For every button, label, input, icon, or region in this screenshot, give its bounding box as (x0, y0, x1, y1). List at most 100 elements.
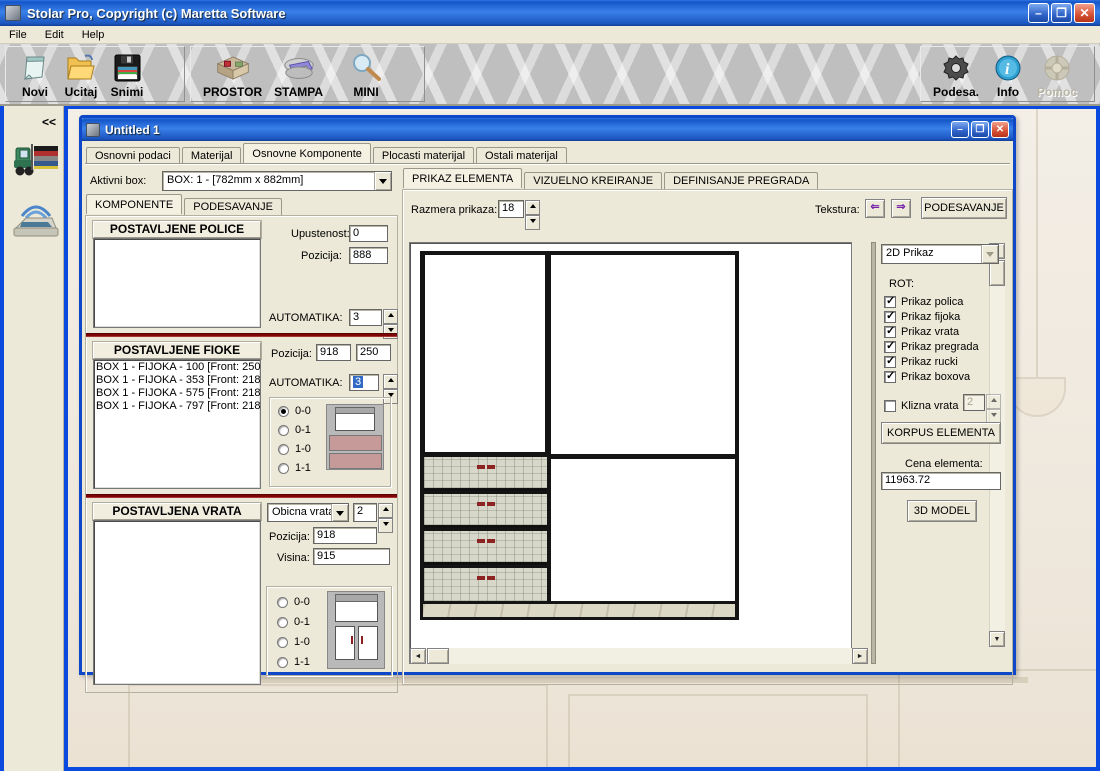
razmera-field[interactable]: 18 (498, 200, 524, 218)
canvas-horizontal-scrollbar[interactable]: ◄ ► (410, 648, 868, 664)
minimize-button[interactable]: – (1028, 3, 1049, 23)
radio-icon[interactable] (277, 597, 288, 608)
tab-vizuelno-kreiranje[interactable]: VIZUELNO KREIRANJE (524, 172, 662, 190)
cena-elementa-field[interactable]: 11963.72 (881, 472, 1001, 490)
checkbox-icon[interactable] (884, 296, 896, 308)
tab-osnovne-komponente[interactable]: Osnovne Komponente (243, 143, 370, 163)
korpus-elementa-button[interactable]: KORPUS ELEMENTA (881, 422, 1001, 444)
radio-icon[interactable] (278, 463, 289, 474)
tab-materijal[interactable]: Materijal (182, 147, 242, 165)
fioke-pozicija-field-1[interactable]: 918 (316, 344, 351, 361)
fioke-listbox[interactable]: BOX 1 - FIJOKA - 100 [Front: 250] BOX 1 … (93, 359, 261, 489)
dropdown-arrow-icon[interactable] (331, 504, 348, 521)
doc-close-button[interactable]: ✕ (991, 121, 1009, 138)
pomoc-button[interactable]: Pomoc (1033, 47, 1081, 99)
close-button[interactable]: ✕ (1074, 3, 1095, 23)
maximize-button[interactable]: ❐ (1051, 3, 1072, 23)
tab-komponente[interactable]: KOMPONENTE (86, 194, 182, 214)
new-button[interactable]: Novi (14, 47, 56, 99)
dropdown-arrow-icon[interactable] (374, 172, 391, 190)
police-listbox[interactable] (93, 238, 261, 328)
fioke-list-item[interactable]: BOX 1 - FIJOKA - 575 [Front: 218] (96, 387, 258, 400)
police-pozicija-field[interactable]: 888 (349, 247, 388, 264)
radio-icon[interactable] (277, 657, 288, 668)
fioke-radio-0-0[interactable]: 0-0 (278, 405, 311, 417)
checkbox-klizna-vrata[interactable]: Klizna vrata (884, 400, 958, 412)
tab-podesavanje[interactable]: PODESAVANJE (184, 198, 282, 216)
vrata-listbox[interactable] (93, 520, 261, 685)
fioke-list-item[interactable]: BOX 1 - FIJOKA - 797 [Front: 218] (96, 400, 258, 413)
vrata-pozicija-field[interactable]: 918 (313, 527, 377, 544)
spin-up-icon[interactable] (378, 503, 393, 518)
tab-osnovni-podaci[interactable]: Osnovni podaci (86, 147, 180, 165)
vrata-radio-1-1[interactable]: 1-1 (277, 656, 310, 668)
vrata-radio-0-1[interactable]: 0-1 (277, 616, 310, 628)
vrata-count-spinner[interactable] (378, 503, 393, 522)
checkbox-prikaz-rucki[interactable]: Prikaz rucki (884, 356, 958, 368)
podesa-button[interactable]: Podesa. (929, 47, 983, 99)
checkbox-prikaz-boxova[interactable]: Prikaz boxova (884, 371, 970, 383)
checkbox-icon[interactable] (884, 371, 896, 383)
tab-ostali-materijal[interactable]: Ostali materijal (476, 147, 567, 165)
texture-prev-button[interactable]: ⇐ (865, 199, 885, 218)
podesavanje-button[interactable]: PODESAVANJE (921, 197, 1007, 219)
tab-plocasti-materijal[interactable]: Plocasti materijal (373, 147, 474, 165)
fioke-radio-1-0[interactable]: 1-0 (278, 443, 311, 455)
model-3d-button[interactable]: 3D MODEL (907, 500, 977, 522)
checkbox-icon[interactable] (884, 356, 896, 368)
checkbox-prikaz-fijoka[interactable]: Prikaz fijoka (884, 311, 960, 323)
fioke-pozicija-field-2[interactable]: 250 (356, 344, 391, 361)
spin-down-icon[interactable] (525, 215, 540, 230)
checkbox-prikaz-polica[interactable]: Prikaz polica (884, 296, 963, 308)
fioke-automatika-field[interactable]: 3 (349, 374, 379, 391)
panel-splitter[interactable] (871, 242, 876, 664)
fioke-list-item[interactable]: BOX 1 - FIJOKA - 100 [Front: 250] (96, 361, 258, 374)
view-mode-select[interactable]: 2D Prikaz (881, 244, 999, 264)
info-button[interactable]: i Info (987, 47, 1029, 99)
horizontal-scroll-thumb[interactable] (427, 648, 449, 664)
checkbox-icon[interactable] (884, 326, 896, 338)
fioke-radio-1-1[interactable]: 1-1 (278, 462, 311, 474)
mini-button[interactable]: MINI (345, 47, 387, 99)
scanner-icon[interactable] (12, 194, 60, 243)
checkbox-prikaz-pregrada[interactable]: Prikaz pregrada (884, 341, 979, 353)
collapse-sidebar-button[interactable]: << (38, 114, 60, 132)
fioke-automatika-spinner[interactable] (383, 374, 398, 391)
save-button[interactable]: Snimi (106, 47, 148, 99)
upustenost-field[interactable]: 0 (349, 225, 388, 242)
spin-up-icon[interactable] (525, 200, 540, 215)
scroll-right-icon[interactable]: ► (852, 648, 868, 664)
radio-icon[interactable] (278, 425, 289, 436)
checkbox-icon[interactable] (884, 341, 896, 353)
open-button[interactable]: Ucitaj (60, 47, 102, 99)
police-automatika-field[interactable]: 3 (349, 309, 382, 326)
radio-icon[interactable] (277, 617, 288, 628)
police-automatika-spinner[interactable] (383, 309, 398, 326)
doc-maximize-button[interactable]: ❐ (971, 121, 989, 138)
spin-up-icon[interactable] (383, 374, 398, 389)
spin-up-icon[interactable] (383, 309, 398, 324)
materials-forklift-icon[interactable] (12, 138, 60, 185)
vrata-radio-1-0[interactable]: 1-0 (277, 636, 310, 648)
razmera-spinner[interactable] (525, 200, 540, 218)
tab-definisanje-pregrada[interactable]: DEFINISANJE PREGRADA (664, 172, 818, 190)
aktivni-box-select[interactable]: BOX: 1 - [782mm x 882mm] (162, 171, 392, 191)
menu-file[interactable]: File (0, 28, 36, 42)
checkbox-prikaz-vrata[interactable]: Prikaz vrata (884, 326, 959, 338)
vrata-radio-0-0[interactable]: 0-0 (277, 596, 310, 608)
vrata-type-select[interactable]: Obicna vrata (267, 503, 349, 522)
texture-next-button[interactable]: ⇒ (891, 199, 911, 218)
checkbox-icon[interactable] (884, 400, 896, 412)
menu-help[interactable]: Help (73, 28, 114, 42)
radio-icon[interactable] (277, 637, 288, 648)
fioke-radio-0-1[interactable]: 0-1 (278, 424, 311, 436)
prostor-button[interactable]: PROSTOR (199, 47, 266, 99)
spin-down-icon[interactable] (378, 518, 393, 533)
doc-minimize-button[interactable]: – (951, 121, 969, 138)
vrata-visina-field[interactable]: 915 (313, 548, 390, 565)
vrata-count-field[interactable]: 2 (353, 503, 377, 522)
scroll-left-icon[interactable]: ◄ (410, 648, 426, 664)
radio-icon[interactable] (278, 406, 289, 417)
radio-icon[interactable] (278, 444, 289, 455)
tab-prikaz-elementa[interactable]: PRIKAZ ELEMENTA (403, 168, 522, 188)
